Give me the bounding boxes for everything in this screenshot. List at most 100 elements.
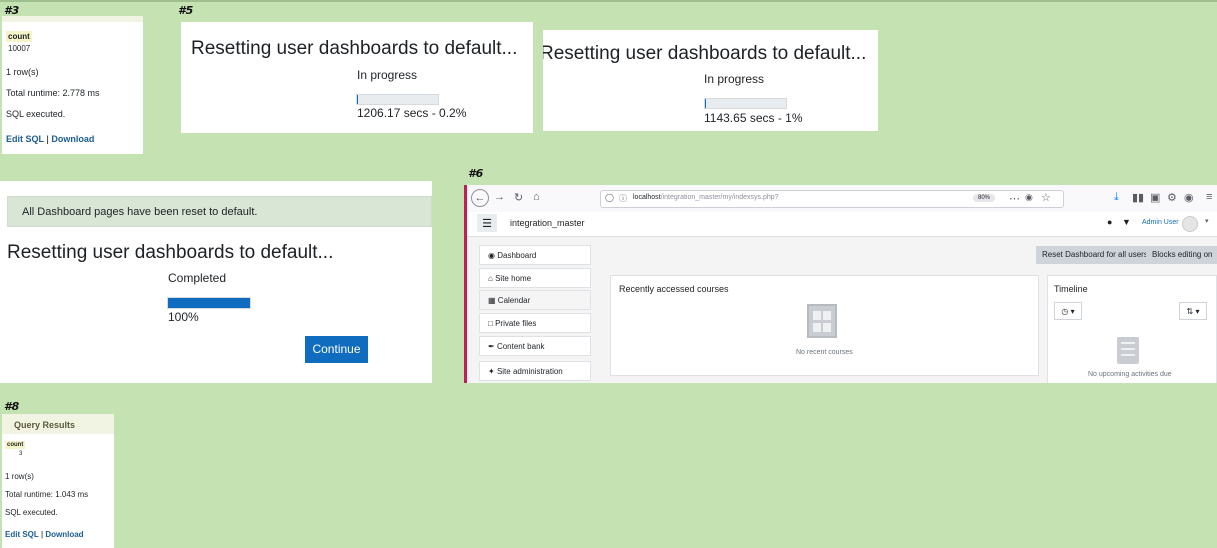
marker-5: #5 [178, 4, 194, 17]
table-cell: 10007 [8, 44, 31, 53]
progress-panel-a: Resetting user dashboards to default... … [181, 22, 533, 133]
courses-empty-icon [807, 304, 837, 338]
progress-percent: 100% [168, 310, 199, 324]
progress-bar [167, 297, 251, 309]
zoom-badge[interactable]: 80% [973, 194, 996, 202]
reset-dashboard-button[interactable]: Reset Dashboard for all users [1036, 246, 1154, 264]
panel-header: Query Results [2, 414, 114, 434]
blocks-editing-button[interactable]: Blocks editing on [1146, 246, 1217, 264]
progress-title: Resetting user dashboards to default... [7, 242, 334, 263]
sidebar-icon[interactable]: ▣ [1150, 191, 1160, 204]
nav-item-label: Calendar [497, 296, 531, 305]
link-separator: | [46, 134, 49, 144]
site-name[interactable]: integration_master [510, 218, 585, 228]
progress-detail: 1143.65 secs - 1% [704, 111, 803, 125]
nav-item-label: Content bank [496, 342, 545, 351]
total-runtime: Total runtime: 1.043 ms [5, 490, 89, 499]
star-icon[interactable]: ☆ [1041, 191, 1051, 204]
brush-icon: ✒ [488, 342, 495, 351]
chat-icon[interactable]: ▼ [1122, 217, 1131, 227]
download-icon[interactable]: ⤓ [1114, 191, 1119, 204]
query-results-panel-8: Query Results count 3 1 row(s) Total run… [2, 414, 114, 548]
recent-courses-block: Recently accessed courses No recent cour… [610, 275, 1039, 376]
url-host: localhost [633, 194, 661, 201]
progress-title: Resetting user dashboards to default... [191, 38, 518, 59]
activities-empty-icon [1117, 337, 1139, 364]
progress-title: Resetting user dashboards to default... [543, 43, 867, 64]
panel-header-strip [2, 16, 143, 22]
back-icon[interactable]: ← [471, 189, 489, 207]
chevron-down-icon[interactable]: ▾ [1205, 217, 1209, 225]
sql-executed: SQL executed. [5, 508, 58, 517]
panel-title: Query Results [14, 420, 76, 430]
avatar[interactable] [1182, 216, 1198, 232]
nav-drawer: ◉ Dashboard ⌂ Site home ▦ Calendar □ Pri… [479, 245, 595, 383]
download-link[interactable]: Download [51, 134, 94, 144]
no-activities-text: No upcoming activities due [1088, 371, 1172, 378]
block-title: Timeline [1054, 284, 1088, 294]
info-icon: ⓘ [619, 194, 627, 203]
hamburger-icon[interactable]: ☰ [477, 214, 497, 232]
row-count: 1 row(s) [6, 67, 39, 77]
menu-icon[interactable]: ≡ [1206, 191, 1212, 203]
progress-status: In progress [357, 68, 418, 82]
completed-panel: All Dashboard pages have been reset to d… [0, 181, 432, 383]
progress-detail: 1206.17 secs - 0.2% [357, 106, 467, 120]
url-path: /integration_master/my/indexsys.php? [660, 194, 779, 201]
forward-icon[interactable]: → [494, 191, 505, 203]
wrench-icon: ✦ [488, 367, 495, 376]
progress-bar-fill [168, 298, 250, 308]
nav-item-calendar[interactable]: ▦ Calendar [479, 290, 591, 310]
pocket-icon[interactable]: ◉ [1025, 192, 1033, 203]
progress-bar [356, 94, 439, 105]
account-icon[interactable]: ◉ [1184, 191, 1194, 204]
result-table: count 10007 [6, 31, 32, 55]
edit-sql-link[interactable]: Edit SQL [6, 134, 44, 144]
nav-item-site-administration[interactable]: ✦ Site administration [479, 361, 591, 381]
moodle-navbar: ☰ integration_master ● ▼ Admin User ▾ [467, 212, 1217, 237]
link-separator: | [41, 530, 44, 539]
shield-icon: ◯ [605, 193, 614, 202]
block-title: Recently accessed courses [619, 284, 729, 294]
query-results-panel-3: count 10007 1 row(s) Total runtime: 2.77… [2, 16, 143, 154]
column-header: count [6, 31, 32, 42]
sql-executed: SQL executed. [6, 109, 66, 119]
nav-item-label: Site home [495, 274, 532, 283]
nav-item-dashboard[interactable]: ◉ Dashboard [479, 245, 591, 265]
user-name[interactable]: Admin User [1142, 219, 1179, 226]
top-ruler [0, 0, 1217, 2]
home-icon[interactable]: ⌂ [533, 191, 540, 203]
dashboard-icon: ◉ [488, 251, 495, 260]
bell-icon[interactable]: ● [1107, 217, 1112, 227]
url-text: localhost/integration_master/my/indexsys… [633, 194, 779, 201]
row-count: 1 row(s) [5, 472, 34, 481]
calendar-icon: ▦ [488, 296, 496, 305]
result-table: count 3 [5, 441, 26, 457]
file-icon: □ [488, 319, 493, 328]
library-icon[interactable]: ▮▮ [1132, 191, 1144, 204]
home-icon: ⌂ [488, 274, 493, 283]
url-bar[interactable]: ◯ ⓘ localhost/integration_master/my/inde… [600, 190, 1064, 208]
nav-item-label: Site administration [496, 367, 563, 376]
table-cell: 3 [19, 451, 23, 457]
nav-item-label: Dashboard [497, 251, 537, 260]
progress-bar [704, 98, 787, 109]
extension-icon[interactable]: ⚙ [1167, 191, 1177, 204]
progress-bar-fill [357, 95, 359, 104]
nav-item-site-home[interactable]: ⌂ Site home [479, 268, 591, 288]
no-courses-text: No recent courses [796, 349, 853, 356]
progress-bar-fill [705, 99, 707, 108]
clock-filter-icon[interactable]: ◷ ▾ [1054, 302, 1082, 320]
marker-6: #6 [468, 167, 484, 180]
edit-sql-link[interactable]: Edit SQL [5, 530, 39, 539]
action-links: Edit SQL | Download [6, 134, 94, 144]
download-link[interactable]: Download [45, 530, 83, 539]
sort-icon[interactable]: ⇅ ▾ [1179, 302, 1207, 320]
reload-icon[interactable]: ↻ [514, 191, 523, 204]
continue-button[interactable]: Continue [305, 336, 368, 363]
nav-item-private-files[interactable]: □ Private files [479, 313, 591, 333]
more-icon[interactable]: ⋯ [1009, 192, 1020, 205]
nav-item-content-bank[interactable]: ✒ Content bank [479, 336, 591, 356]
column-header: count [5, 441, 26, 449]
progress-status: In progress [704, 72, 765, 86]
